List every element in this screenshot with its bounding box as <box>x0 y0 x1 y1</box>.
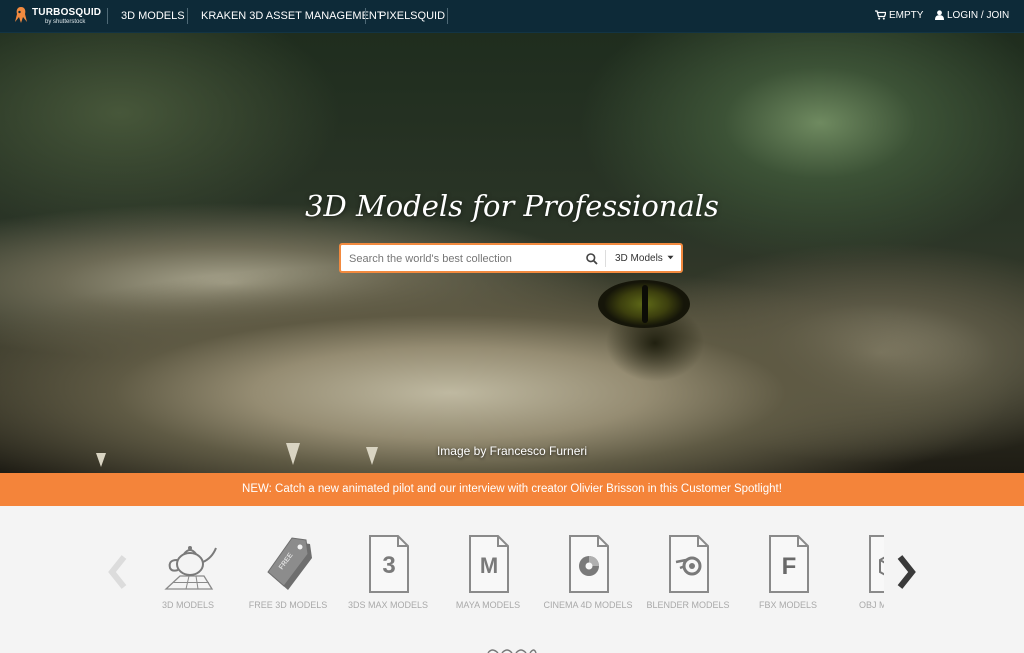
search-bar: 3D Models <box>339 243 683 273</box>
search-category-label: 3D Models <box>615 253 663 264</box>
section-heading-partial-icon <box>487 649 537 653</box>
maya-file-icon: M <box>469 535 509 593</box>
fbx-file-icon: F <box>769 535 809 593</box>
nav-divider <box>107 8 108 24</box>
logo-subtext: by shutterstock <box>45 19 86 25</box>
category-item-maya-models[interactable]: M MAYA MODELS <box>438 534 538 634</box>
category-item-3d-models[interactable]: 3D MODELS <box>138 534 238 634</box>
nav-link-kraken[interactable]: KRAKEN 3D ASSET MANAGEMENT <box>201 10 384 22</box>
image-credit: Image by Francesco Furneri <box>436 444 588 458</box>
squid-logo-icon <box>15 7 27 23</box>
category-item-blender-models[interactable]: BLENDER MODELS <box>638 534 738 634</box>
search-input[interactable] <box>349 252 579 266</box>
search-divider <box>605 250 606 267</box>
blender-file-icon <box>669 535 709 593</box>
nav-divider <box>365 8 366 24</box>
category-item-cinema-4d-models[interactable]: CINEMA 4D MODELS <box>538 534 638 634</box>
category-item-obj-models[interactable]: OBJ MODELS <box>838 534 884 634</box>
announcement-banner[interactable]: NEW: Catch a new animated pilot and our … <box>0 473 1024 506</box>
teapot-icon <box>164 546 217 590</box>
cart-link[interactable]: EMPTY <box>875 10 923 22</box>
logo-text: TURBOSQUID <box>32 7 102 18</box>
free-tag-icon: FREE <box>267 537 312 590</box>
category-item-3ds-max-models[interactable]: 3 3DS MAX MODELS <box>338 534 438 634</box>
nav-link-pixelsquid[interactable]: PIXELSQUID <box>379 10 445 22</box>
svg-text:3: 3 <box>382 552 395 579</box>
cinema4d-file-icon <box>569 535 609 593</box>
user-icon <box>935 10 944 20</box>
3dsmax-file-icon: 3 <box>369 535 409 593</box>
caret-down-icon <box>667 255 674 260</box>
crocodile-eye-pupil <box>642 285 648 323</box>
hero-section: 3D Models for Professionals 3D Models Im… <box>0 33 1024 473</box>
category-carousel: 3D MODELS FREE FREE 3D MODELS 3 3DS MAX … <box>0 506 1024 653</box>
login-label: LOGIN / JOIN <box>947 10 1010 21</box>
nav-divider <box>447 8 448 24</box>
login-link[interactable]: LOGIN / JOIN <box>935 10 1009 22</box>
obj-file-icon <box>869 535 884 593</box>
svg-text:F: F <box>782 553 797 580</box>
category-track: 3D MODELS FREE FREE 3D MODELS 3 3DS MAX … <box>138 534 884 644</box>
chevron-left-icon[interactable] <box>106 552 130 592</box>
search-icon[interactable] <box>585 252 599 266</box>
nav-divider <box>187 8 188 24</box>
chevron-right-icon[interactable] <box>894 552 918 592</box>
category-item-fbx-models[interactable]: F FBX MODELS <box>738 534 838 634</box>
turbosquid-logo[interactable]: TURBOSQUID by shutterstock <box>14 5 102 29</box>
svg-text:M: M <box>480 553 498 578</box>
cart-icon <box>875 10 887 20</box>
cart-label: EMPTY <box>889 10 924 21</box>
hero-title: 3D Models for Professionals <box>305 189 719 223</box>
search-category-dropdown[interactable]: 3D Models <box>615 253 674 264</box>
category-item-free-3d-models[interactable]: FREE FREE 3D MODELS <box>238 534 338 634</box>
top-nav: TURBOSQUID by shutterstock 3D MODELS KRA… <box>0 0 1024 33</box>
nav-link-3d-models[interactable]: 3D MODELS <box>121 10 185 22</box>
category-label: OBJ MODELS <box>858 600 884 610</box>
